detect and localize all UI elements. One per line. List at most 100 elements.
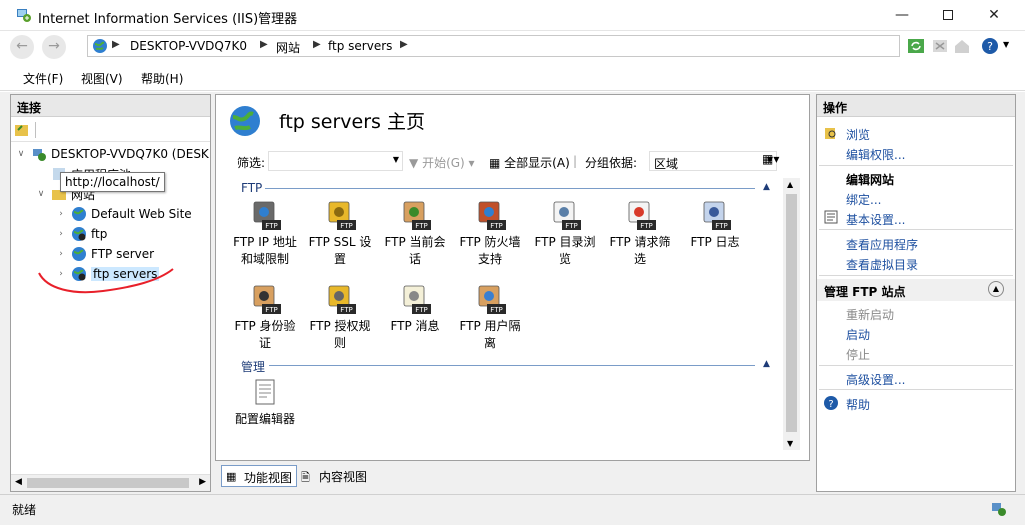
dropdown-icon[interactable]: ▼: [393, 155, 399, 164]
action-explore[interactable]: 浏览: [846, 126, 870, 143]
collapsed-chevron-icon[interactable]: ›: [55, 249, 67, 259]
svg-text:FTP: FTP: [265, 306, 277, 314]
tab-features-view[interactable]: ▦ 功能视图: [221, 465, 298, 487]
feature-icon: FTP: [628, 201, 656, 230]
feature-icon: FTP: [478, 201, 506, 230]
action-bindings[interactable]: 绑定...: [846, 191, 881, 208]
feature-item[interactable]: FTP FTP 用户隔离: [452, 284, 528, 352]
connections-tree: ∨ DESKTOP-VVDQ7K0 (DESK 应用程序池 ∨ 网站 › Def…: [11, 143, 210, 473]
section-ftp[interactable]: FTP: [241, 181, 262, 195]
feature-item[interactable]: 配置编辑器: [227, 377, 303, 428]
collapse-up-icon[interactable]: ▲: [988, 281, 1004, 297]
action-basic-settings[interactable]: 基本设置...: [846, 211, 905, 228]
feature-item[interactable]: FTP FTP 请求筛选: [602, 200, 678, 268]
feature-label: 话: [408, 252, 421, 266]
action-advanced-settings[interactable]: 高级设置...: [846, 371, 905, 388]
minimize-icon: —: [895, 7, 909, 23]
iis-app-icon: [17, 9, 31, 22]
features-view-icon: ▦: [226, 470, 237, 483]
stop-icon[interactable]: [931, 37, 949, 55]
feature-label: FTP 授权规: [309, 319, 371, 333]
collapse-icon[interactable]: ▲: [763, 182, 770, 192]
feature-icon: FTP: [328, 285, 356, 314]
filter-toolbar: 筛选: ▼ ▼ 开始(G) ▾ ▦ 全部显示(A) | 分组依据: 区域 ▼ ▦▾: [229, 149, 789, 173]
red-underline-annotation: [38, 268, 174, 294]
home-icon[interactable]: [953, 37, 971, 55]
tree-node-site[interactable]: › ftp: [55, 225, 107, 243]
feature-item[interactable]: FTP FTP 授权规则: [302, 284, 378, 352]
collapsed-chevron-icon[interactable]: ›: [55, 229, 67, 239]
chevron-right-icon: ▶: [112, 39, 120, 50]
expanded-chevron-icon[interactable]: ∨: [35, 189, 47, 199]
feature-item[interactable]: FTP FTP IP 地址 和域限制: [227, 200, 303, 268]
back-button[interactable]: ←: [10, 35, 34, 59]
create-connection-icon[interactable]: [14, 122, 30, 138]
vertical-scrollbar[interactable]: ▲ ▼: [783, 178, 800, 450]
svg-text:FTP: FTP: [565, 222, 577, 230]
menu-help[interactable]: 帮助(H): [141, 70, 183, 87]
ftp-globe-icon: [72, 227, 86, 241]
filter-input[interactable]: ▼: [268, 151, 403, 171]
tree-label-site: ftp: [91, 227, 108, 241]
crumb-server[interactable]: DESKTOP-VVDQ7K0: [130, 39, 247, 53]
crumb-site[interactable]: ftp servers: [328, 39, 392, 53]
content-view-icon: 🗎: [301, 471, 310, 484]
feature-label: FTP 用户隔: [459, 319, 521, 333]
tree-node-site[interactable]: › Default Web Site: [55, 205, 192, 223]
help-dropdown-icon[interactable]: ▼: [1003, 40, 1009, 49]
status-bar: 就绪: [0, 494, 1025, 525]
help-icon[interactable]: ?: [981, 37, 999, 55]
group-by-select[interactable]: 区域 ▼: [649, 151, 777, 171]
help-circle-icon: ?: [824, 396, 838, 410]
show-all-button[interactable]: ▦ 全部显示(A): [489, 154, 570, 171]
action-start[interactable]: 启动: [846, 326, 870, 343]
scroll-left-icon[interactable]: ◀: [15, 477, 22, 487]
features-list: FTP ▲ FTP FTP IP 地址 和域限制 FTP FTP SSL 设置 FTP FT…: [229, 178, 796, 450]
feature-item[interactable]: FTP FTP 目录浏览: [527, 200, 603, 268]
scroll-thumb[interactable]: [786, 194, 797, 432]
action-help[interactable]: 帮助: [846, 396, 870, 413]
section-manage[interactable]: 管理: [241, 358, 265, 375]
scroll-down-icon[interactable]: ▼: [787, 439, 793, 448]
feature-item[interactable]: FTP FTP SSL 设置: [302, 200, 378, 268]
collapsed-chevron-icon[interactable]: ›: [55, 209, 67, 219]
scroll-up-icon[interactable]: ▲: [787, 180, 793, 189]
expanded-chevron-icon[interactable]: ∨: [15, 149, 27, 159]
toolbar-divider: |: [573, 154, 578, 168]
feature-icon: [255, 379, 275, 405]
tab-content-view[interactable]: 🗎 内容视图: [297, 465, 371, 487]
menu-file[interactable]: 文件(F): [23, 70, 63, 87]
close-button[interactable]: ✕: [971, 0, 1017, 30]
action-view-apps[interactable]: 查看应用程序: [846, 236, 918, 253]
view-mode-icon[interactable]: ▦▾: [762, 152, 779, 166]
maximize-button[interactable]: [925, 0, 971, 30]
action-view-vdirs[interactable]: 查看虚拟目录: [846, 256, 918, 273]
server-icon: [33, 149, 46, 161]
feature-item[interactable]: FTP FTP 防火墙 支持: [452, 200, 528, 268]
scroll-right-icon[interactable]: ▶: [199, 477, 206, 487]
action-edit-permissions[interactable]: 编辑权限...: [846, 146, 905, 163]
crumb-sites[interactable]: 网站: [276, 39, 300, 56]
connections-toolbar: [11, 118, 210, 142]
svg-text:FTP: FTP: [340, 306, 352, 314]
feature-item[interactable]: FTP FTP 消息: [377, 284, 453, 335]
collapse-icon[interactable]: ▲: [763, 359, 770, 369]
tree-node-server[interactable]: ∨ DESKTOP-VVDQ7K0 (DESK: [15, 145, 209, 163]
tree-label-site: Default Web Site: [91, 207, 192, 221]
chevron-right-icon: ▶: [400, 39, 408, 50]
start-filter-button[interactable]: ▼ 开始(G) ▾: [409, 154, 475, 171]
feature-item[interactable]: FTP FTP 身份验证: [227, 284, 303, 352]
forward-button[interactable]: →: [42, 35, 66, 59]
scroll-thumb[interactable]: [27, 478, 189, 488]
feature-item[interactable]: FTP FTP 日志: [677, 200, 753, 251]
menu-view[interactable]: 视图(V): [81, 70, 123, 87]
tree-label-server: DESKTOP-VVDQ7K0 (DESK: [51, 147, 209, 161]
minimize-button[interactable]: —: [879, 0, 925, 30]
breadcrumb[interactable]: ▶ DESKTOP-VVDQ7K0 ▶ 网站 ▶ ftp servers ▶: [87, 35, 900, 57]
tree-label-site: FTP server: [91, 247, 155, 261]
feature-label: FTP 防火墙: [459, 235, 521, 249]
action-restart: 重新启动: [846, 308, 895, 322]
horizontal-scrollbar[interactable]: ◀ ▶: [11, 474, 210, 491]
refresh-icon[interactable]: [907, 37, 925, 55]
feature-item[interactable]: FTP FTP 当前会话: [377, 200, 453, 268]
